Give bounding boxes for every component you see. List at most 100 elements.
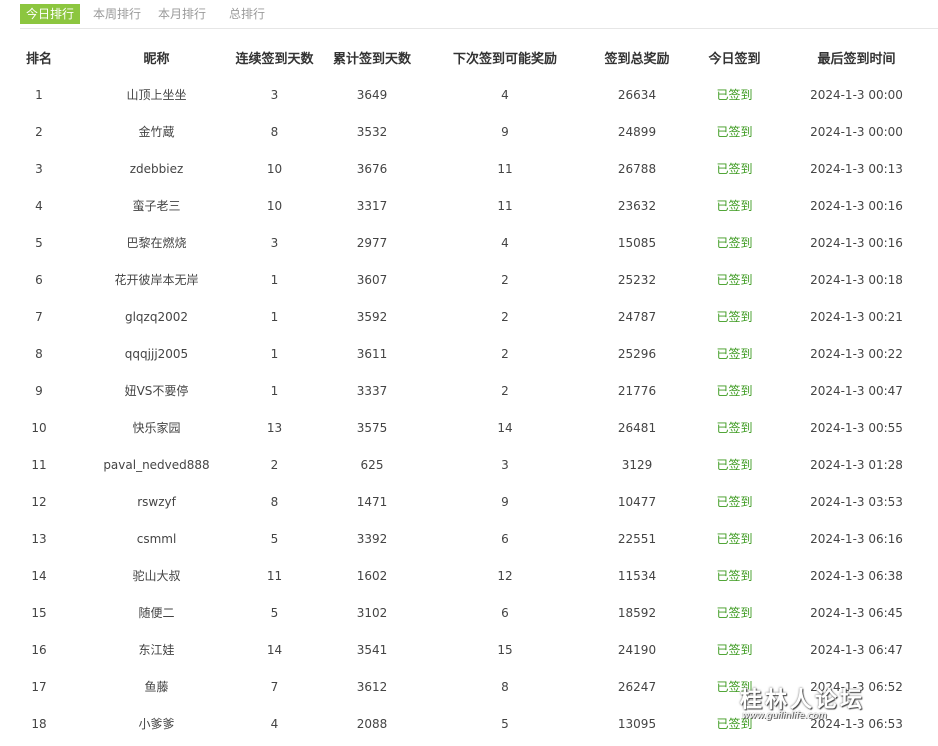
- table-row: 15 随便二 5 3102 6 18592 已签到 2024-1-3 06:45: [0, 594, 938, 631]
- total-days-cell: 3612: [356, 679, 388, 694]
- last-signin-cell: 2024-1-3 00:16: [810, 198, 903, 213]
- consecutive-days-cell: 11: [266, 568, 283, 583]
- tab-all[interactable]: 总排行: [229, 4, 265, 24]
- header-last-signin-time: 最后签到时间: [817, 51, 896, 67]
- next-reward-cell: 2: [501, 383, 509, 398]
- total-reward-cell: 22551: [617, 531, 657, 546]
- nickname-cell[interactable]: 巴黎在燃烧: [78, 224, 235, 261]
- status-cell: 已签到: [716, 680, 753, 694]
- nickname-cell[interactable]: 山顶上坐坐: [78, 76, 235, 113]
- status-cell: 已签到: [716, 347, 753, 361]
- next-reward-cell: 5: [501, 716, 509, 731]
- next-reward-cell: 8: [501, 679, 509, 694]
- rank-cell: 11: [31, 457, 47, 472]
- next-reward-cell: 3: [501, 457, 509, 472]
- nickname-cell[interactable]: 随便二: [78, 594, 235, 631]
- rank-cell: 10: [31, 420, 47, 435]
- nickname-cell[interactable]: 花开彼岸本无岸: [78, 261, 235, 298]
- rank-cell: 3: [35, 161, 43, 176]
- nickname-cell[interactable]: zdebbiez: [78, 150, 235, 187]
- status-cell: 已签到: [716, 273, 753, 287]
- rank-cell: 6: [35, 272, 43, 287]
- consecutive-days-cell: 8: [270, 494, 279, 509]
- table-row: 18 小爹爹 4 2088 5 13095 已签到 2024-1-3 06:53: [0, 705, 938, 742]
- nickname-cell[interactable]: 妞VS不要停: [78, 372, 235, 409]
- table-row: 4 蛮子老三 10 3317 11 23632 已签到 2024-1-3 00:16: [0, 187, 938, 224]
- next-reward-cell: 9: [501, 124, 509, 139]
- total-days-cell: 3607: [356, 272, 388, 287]
- tab-week[interactable]: 本周排行: [93, 4, 141, 24]
- total-reward-cell: 26634: [617, 87, 657, 102]
- last-signin-cell: 2024-1-3 06:47: [810, 642, 903, 657]
- status-cell: 已签到: [716, 421, 753, 435]
- status-cell: 已签到: [716, 495, 753, 509]
- header-next-reward: 下次签到可能奖励: [452, 51, 557, 67]
- nickname-cell[interactable]: rswzyf: [78, 483, 235, 520]
- total-reward-cell: 3129: [621, 457, 653, 472]
- status-cell: 已签到: [716, 199, 753, 213]
- nickname-cell[interactable]: 驼山大叔: [78, 557, 235, 594]
- nickname-cell[interactable]: 快乐家园: [78, 409, 235, 446]
- consecutive-days-cell: 1: [270, 272, 279, 287]
- rank-cell: 8: [35, 346, 43, 361]
- total-days-cell: 3611: [356, 346, 388, 361]
- next-reward-cell: 6: [501, 605, 509, 620]
- tab-today[interactable]: 今日排行: [20, 4, 81, 24]
- nickname-cell[interactable]: 小爹爹: [78, 705, 235, 742]
- nickname-cell[interactable]: 蛮子老三: [78, 187, 235, 224]
- total-reward-cell: 26788: [617, 161, 657, 176]
- total-days-cell: 3317: [356, 198, 388, 213]
- total-days-cell: 3392: [356, 531, 388, 546]
- total-days-cell: 3102: [356, 605, 388, 620]
- last-signin-cell: 2024-1-3 00:55: [810, 420, 903, 435]
- total-days-cell: 3676: [356, 161, 388, 176]
- consecutive-days-cell: 5: [270, 605, 279, 620]
- last-signin-cell: 2024-1-3 03:53: [810, 494, 903, 509]
- status-cell: 已签到: [716, 717, 753, 731]
- nickname-cell[interactable]: 金竹蔵: [78, 113, 235, 150]
- table-row: 14 驼山大叔 11 1602 12 11534 已签到 2024-1-3 06:38: [0, 557, 938, 594]
- last-signin-cell: 2024-1-3 00:00: [810, 87, 903, 102]
- total-reward-cell: 23632: [617, 198, 657, 213]
- next-reward-cell: 2: [501, 272, 509, 287]
- rank-cell: 4: [35, 198, 43, 213]
- rank-cell: 18: [31, 716, 47, 731]
- last-signin-cell: 2024-1-3 00:21: [810, 309, 903, 324]
- header-total-days: 累计签到天数: [332, 51, 411, 67]
- total-days-cell: 625: [360, 457, 384, 472]
- header-rank: 排名: [25, 51, 52, 67]
- consecutive-days-cell: 8: [270, 124, 279, 139]
- next-reward-cell: 12: [497, 568, 513, 583]
- table-row: 3 zdebbiez 10 3676 11 26788 已签到 2024-1-3 00:13: [0, 150, 938, 187]
- total-reward-cell: 21776: [617, 383, 657, 398]
- nickname-cell[interactable]: 东江娃: [78, 631, 235, 668]
- total-reward-cell: 24190: [617, 642, 657, 657]
- last-signin-cell: 2024-1-3 00:00: [810, 124, 903, 139]
- status-cell: 已签到: [716, 384, 753, 398]
- table-row: 5 巴黎在燃烧 3 2977 4 15085 已签到 2024-1-3 00:16: [0, 224, 938, 261]
- total-reward-cell: 25232: [617, 272, 657, 287]
- nickname-cell[interactable]: 鱼藤: [78, 668, 235, 705]
- consecutive-days-cell: 4: [270, 716, 279, 731]
- nickname-cell[interactable]: csmml: [78, 520, 235, 557]
- next-reward-cell: 2: [501, 346, 509, 361]
- header-total-reward: 签到总奖励: [604, 51, 670, 67]
- header-nickname: 昵称: [143, 51, 170, 67]
- tab-month[interactable]: 本月排行: [158, 4, 206, 24]
- nickname-cell[interactable]: qqqjjj2005: [78, 335, 235, 372]
- total-reward-cell: 26481: [617, 420, 657, 435]
- last-signin-cell: 2024-1-3 01:28: [810, 457, 903, 472]
- nickname-cell[interactable]: glqzq2002: [78, 298, 235, 335]
- table-row: 16 东江娃 14 3541 15 24190 已签到 2024-1-3 06:47: [0, 631, 938, 668]
- total-reward-cell: 18592: [617, 605, 657, 620]
- consecutive-days-cell: 3: [270, 235, 279, 250]
- total-days-cell: 1602: [356, 568, 388, 583]
- total-days-cell: 1471: [356, 494, 388, 509]
- total-reward-cell: 24787: [617, 309, 657, 324]
- rank-cell: 16: [31, 642, 47, 657]
- table-header-row: 排名 昵称 连续签到天数 累计签到天数 下次签到可能奖励 签到总奖励 今日签到 …: [0, 38, 938, 76]
- nickname-cell[interactable]: paval_nedved888: [78, 446, 235, 483]
- status-cell: 已签到: [716, 458, 753, 472]
- status-cell: 已签到: [716, 236, 753, 250]
- consecutive-days-cell: 2: [270, 457, 279, 472]
